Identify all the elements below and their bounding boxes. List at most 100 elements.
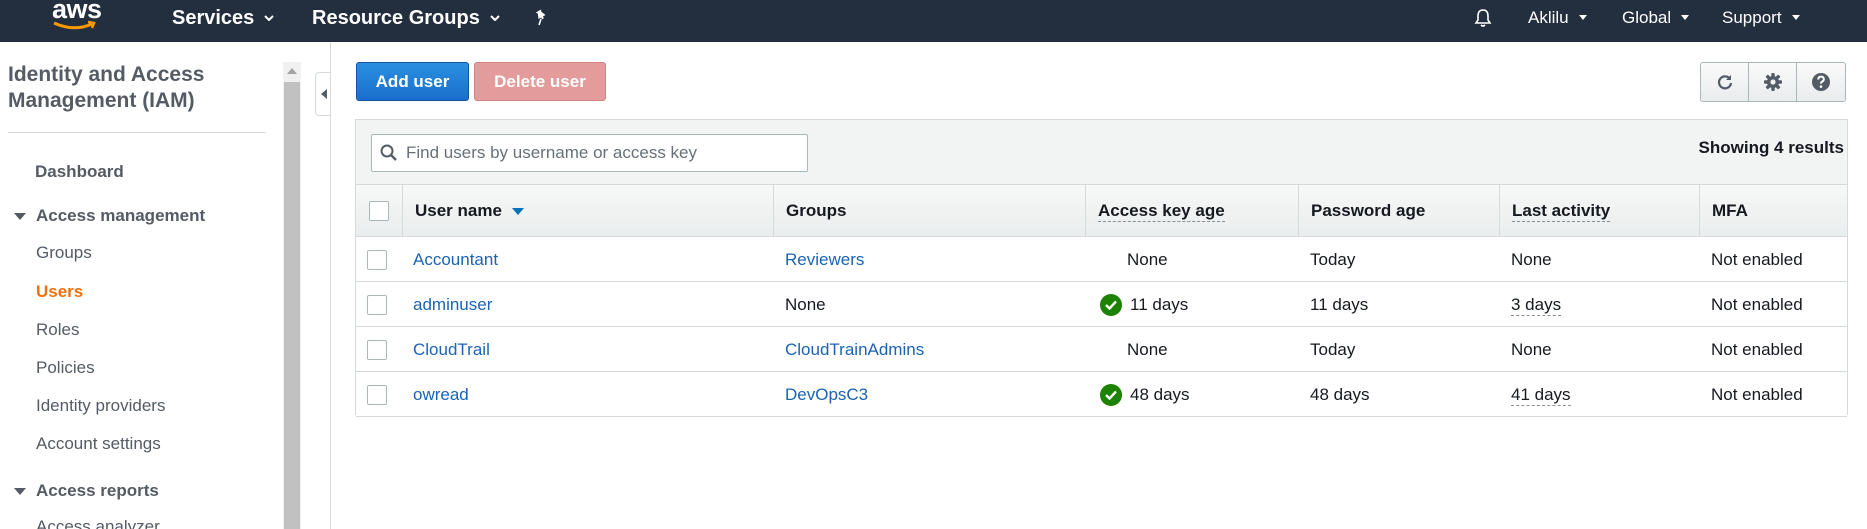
sidebar-title: Identity and Access Management (IAM) xyxy=(8,63,205,112)
notifications-button[interactable] xyxy=(1474,0,1492,36)
pin-icon xyxy=(535,9,546,26)
bell-icon xyxy=(1474,9,1492,27)
group-link[interactable]: CloudTrainAdmins xyxy=(785,340,924,360)
support-label: Support xyxy=(1722,8,1782,27)
add-user-button[interactable]: Add user xyxy=(356,62,469,101)
check-circle-icon xyxy=(1100,384,1122,406)
user-name-cell: owread xyxy=(413,373,469,417)
column-label: User name xyxy=(415,201,502,220)
last-activity-cell: 3 days xyxy=(1511,283,1562,327)
users-table: Showing 4 results User name Groups Acces… xyxy=(355,119,1848,417)
results-count: Showing 4 results xyxy=(1698,138,1844,157)
content-divider xyxy=(330,42,331,529)
caret-left-icon xyxy=(320,89,327,99)
account-menu[interactable]: Aklilu xyxy=(1528,0,1588,36)
header-select-all xyxy=(356,185,402,237)
scroll-up-arrow-icon[interactable] xyxy=(287,68,297,74)
access-key-age-value: 11 days xyxy=(1130,295,1189,314)
user-name-link[interactable]: Accountant xyxy=(413,250,498,270)
help-icon xyxy=(1812,73,1830,91)
sidebar-item-identity-providers[interactable]: Identity providers xyxy=(36,396,165,416)
sidebar-item-users[interactable]: Users xyxy=(36,282,83,302)
sidebar-section-access-reports[interactable]: Access reports xyxy=(14,481,159,501)
column-header-access-key-age[interactable]: Access key age xyxy=(1085,185,1298,237)
services-menu[interactable]: Services xyxy=(172,0,275,36)
column-label: MFA xyxy=(1712,201,1748,220)
column-label: Last activity xyxy=(1512,201,1611,222)
user-name-link[interactable]: CloudTrail xyxy=(413,340,490,360)
support-menu[interactable]: Support xyxy=(1722,0,1801,36)
search-box[interactable] xyxy=(371,134,808,172)
sidebar-divider xyxy=(8,132,266,133)
mfa-cell: Not enabled xyxy=(1711,385,1803,404)
caret-down-icon xyxy=(14,212,26,220)
user-name-link[interactable]: adminuser xyxy=(413,295,492,315)
sidebar-item-groups[interactable]: Groups xyxy=(36,243,92,263)
sidebar-scrollbar[interactable] xyxy=(283,62,301,529)
aws-logo[interactable]: aws xyxy=(50,0,110,40)
access-key-age-value: 48 days xyxy=(1130,385,1190,404)
refresh-icon xyxy=(1717,75,1732,90)
chevron-down-icon xyxy=(1681,15,1690,20)
row-checkbox[interactable] xyxy=(367,340,387,360)
select-all-checkbox[interactable] xyxy=(369,201,389,221)
sidebar-item-policies[interactable]: Policies xyxy=(36,358,95,378)
pin-button[interactable] xyxy=(534,0,550,36)
table-row[interactable]: adminuser None 11 days 11 days 3 days No… xyxy=(356,283,1847,327)
user-name-link[interactable]: owread xyxy=(413,385,469,405)
group-link[interactable]: Reviewers xyxy=(785,250,864,270)
column-header-last-activity[interactable]: Last activity xyxy=(1499,185,1699,237)
last-activity-value[interactable]: 3 days xyxy=(1511,295,1562,316)
row-checkbox[interactable] xyxy=(367,385,387,405)
column-header-groups: Groups xyxy=(773,185,1085,237)
mfa-cell: Not enabled xyxy=(1711,250,1803,269)
table-tools xyxy=(1700,62,1846,102)
chevron-down-icon xyxy=(1791,15,1800,20)
password-age-cell: Today xyxy=(1310,340,1356,359)
refresh-button[interactable] xyxy=(1701,63,1749,101)
check-circle-icon xyxy=(1100,294,1122,316)
chevron-down-icon xyxy=(490,15,500,21)
column-label: Password age xyxy=(1311,201,1426,220)
sidebar-item-account-settings[interactable]: Account settings xyxy=(36,434,161,454)
user-name-cell: Accountant xyxy=(413,238,498,282)
table-row[interactable]: CloudTrail CloudTrainAdmins None Today N… xyxy=(356,328,1847,372)
settings-button[interactable] xyxy=(1749,63,1797,101)
sidebar-section-label: Access management xyxy=(36,206,206,225)
filter-bar: Showing 4 results xyxy=(356,120,1847,185)
sidebar-item-access-analyzer[interactable]: Access analyzer xyxy=(36,517,160,529)
chevron-down-icon xyxy=(264,15,275,21)
last-activity-value[interactable]: 41 days xyxy=(1511,385,1571,406)
table-row[interactable]: Accountant Reviewers None Today None Not… xyxy=(356,238,1847,282)
collapse-sidebar-button[interactable] xyxy=(315,72,331,116)
sidebar: Identity and Access Management (IAM) Das… xyxy=(0,42,282,529)
column-header-mfa: MFA xyxy=(1699,185,1847,237)
resource-groups-menu[interactable]: Resource Groups xyxy=(312,0,500,36)
access-key-age-cell: None xyxy=(1127,250,1168,269)
gear-icon xyxy=(1763,73,1782,91)
column-header-user-name[interactable]: User name xyxy=(402,185,773,237)
groups-cell: None xyxy=(785,295,826,314)
row-checkbox-cell xyxy=(367,373,387,417)
password-age-cell: Today xyxy=(1310,250,1356,269)
table-row[interactable]: owread DevOpsC3 48 days 48 days 41 days … xyxy=(356,373,1847,417)
groups-cell: DevOpsC3 xyxy=(785,373,868,417)
group-link[interactable]: DevOpsC3 xyxy=(785,385,868,405)
sidebar-item-roles[interactable]: Roles xyxy=(36,320,79,340)
sidebar-item-dashboard[interactable]: Dashboard xyxy=(35,162,124,182)
top-nav: aws Services Resource Groups Aklilu Glob… xyxy=(0,0,1867,42)
delete-user-button[interactable]: Delete user xyxy=(474,62,606,101)
region-menu[interactable]: Global xyxy=(1622,0,1690,36)
row-checkbox[interactable] xyxy=(367,295,387,315)
scroll-thumb[interactable] xyxy=(284,82,300,529)
user-name-cell: CloudTrail xyxy=(413,328,490,372)
region-label: Global xyxy=(1622,8,1672,27)
last-activity-cell: None xyxy=(1511,250,1552,269)
search-input[interactable] xyxy=(406,143,806,163)
sidebar-section-access-management[interactable]: Access management xyxy=(14,206,205,226)
search-icon xyxy=(380,144,397,161)
access-key-age-cell: None xyxy=(1127,340,1168,359)
row-checkbox[interactable] xyxy=(367,250,387,270)
help-button[interactable] xyxy=(1797,63,1845,101)
access-key-age-cell: 48 days xyxy=(1100,373,1190,417)
